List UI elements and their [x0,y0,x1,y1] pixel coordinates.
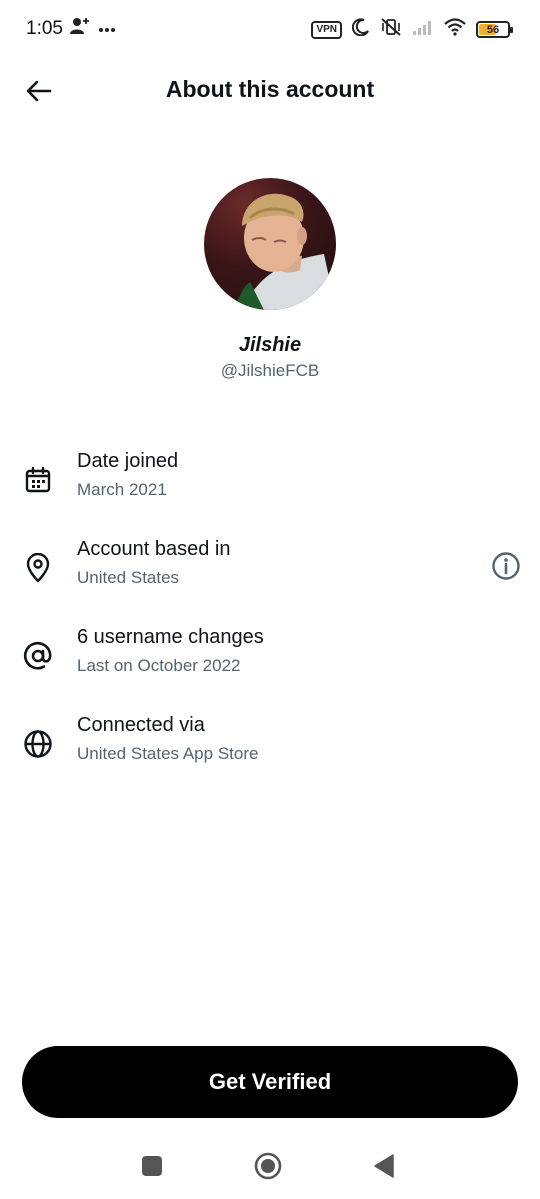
about-account-screen: 1:05 VPN 56 About this account Jilshie @… [0,0,540,1199]
info-subtitle: March 2021 [77,480,167,499]
vibrate-off-icon [380,17,402,42]
info-subtitle: United States App Store [77,744,259,763]
info-circle-button[interactable] [490,550,522,582]
info-circle-icon [492,552,520,580]
more-dots-icon [98,20,116,38]
triangle-back-icon [374,1154,394,1178]
signal-icon [412,19,434,40]
get-verified-button[interactable]: Get Verified [22,1046,518,1118]
at-sign-icon [22,640,54,672]
battery-icon: 56 [476,21,513,38]
square-recents-icon [142,1156,162,1176]
username-handle: @JilshieFCB [220,361,320,380]
status-left-icons [70,17,116,40]
person-add-icon [70,17,90,40]
battery-level: 56 [486,23,500,36]
recents-button[interactable] [135,1149,169,1183]
system-nav-bar [0,1135,540,1195]
home-button[interactable] [251,1149,285,1183]
globe-icon [22,728,54,760]
status-right-icons: VPN 56 [311,17,513,42]
info-subtitle: United States [77,568,180,587]
circle-home-icon [254,1152,282,1180]
info-title: Date joined [77,450,179,472]
vpn-icon: VPN [311,20,342,39]
display-name: Jilshie [238,334,302,356]
status-bar: 1:05 VPN 56 [0,0,540,58]
top-app-bar: About this account [0,58,540,122]
system-back-button[interactable] [367,1149,401,1183]
info-row-username-changes: 6 username changes Last on October 2022 [0,626,540,696]
info-row-connected-via: Connected via United States App Store [0,714,540,784]
info-row-date-joined: Date joined March 2021 [0,450,540,520]
location-pin-icon [22,552,54,584]
info-row-account-based-in: Account based in United States [0,538,540,608]
wifi-icon [444,18,466,41]
calendar-icon [22,464,54,496]
status-time: 1:05 [26,18,63,39]
info-subtitle: Last on October 2022 [77,656,241,675]
avatar[interactable] [204,178,336,310]
moon-icon [351,18,370,41]
info-title: Account based in [77,538,231,560]
page-title: About this account [165,76,375,102]
info-title: 6 username changes [77,626,264,648]
info-title: Connected via [77,714,205,736]
